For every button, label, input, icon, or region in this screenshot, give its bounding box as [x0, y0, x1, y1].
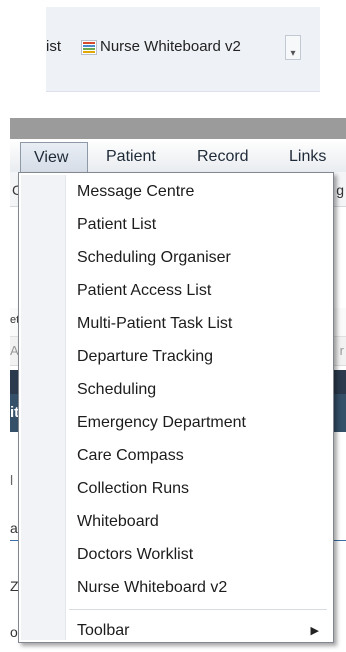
menu-icon-gutter	[21, 175, 66, 640]
whiteboard-icon	[81, 40, 97, 55]
view-menu-dropdown: Message Centre Patient List Scheduling O…	[18, 172, 334, 643]
menu-item-multi-patient-task-list[interactable]: Multi-Patient Task List	[77, 309, 327, 339]
submenu-arrow-icon: ▶	[310, 625, 319, 637]
menu-separator	[69, 609, 327, 610]
menu-links[interactable]: Links	[289, 148, 326, 166]
bg-fragment: r	[339, 343, 344, 358]
menu-item-patient-access-list[interactable]: Patient Access List	[77, 276, 327, 306]
toolbar-fragment: ist Nurse Whiteboard v2 ▾	[46, 7, 320, 92]
toolbar-nurse-whiteboard-button[interactable]: Nurse Whiteboard v2	[100, 38, 241, 55]
menu-item-nurse-whiteboard-v2[interactable]: Nurse Whiteboard v2	[77, 573, 327, 603]
menu-item-scheduling[interactable]: Scheduling	[77, 375, 327, 405]
menu-record[interactable]: Record	[197, 148, 249, 166]
menu-item-doctors-worklist[interactable]: Doctors Worklist	[77, 540, 327, 570]
menu-view[interactable]: View	[20, 142, 88, 172]
menu-item-patient-list[interactable]: Patient List	[77, 210, 327, 240]
menu-item-care-compass[interactable]: Care Compass	[77, 441, 327, 471]
bg-fragment: o	[10, 624, 18, 640]
toolbar-overflow-dropdown[interactable]: ▾	[285, 35, 301, 60]
toolbar-prev-item-fragment[interactable]: ist	[46, 38, 61, 55]
menu-item-whiteboard[interactable]: Whiteboard	[77, 507, 327, 537]
menu-item-toolbar-label: Toolbar	[77, 622, 130, 639]
menu-item-toolbar[interactable]: Toolbar ▶	[77, 616, 327, 646]
menu-item-collection-runs[interactable]: Collection Runs	[77, 474, 327, 504]
menu-item-scheduling-organiser[interactable]: Scheduling Organiser	[77, 243, 327, 273]
menu-item-message-centre[interactable]: Message Centre	[77, 177, 327, 207]
bg-fragment: g	[336, 182, 344, 198]
menu-item-emergency-department[interactable]: Emergency Department	[77, 408, 327, 438]
title-bar	[10, 118, 346, 139]
menu-item-departure-tracking[interactable]: Departure Tracking	[77, 342, 327, 372]
menu-patient[interactable]: Patient	[106, 148, 156, 166]
bg-fragment: l	[10, 472, 14, 488]
